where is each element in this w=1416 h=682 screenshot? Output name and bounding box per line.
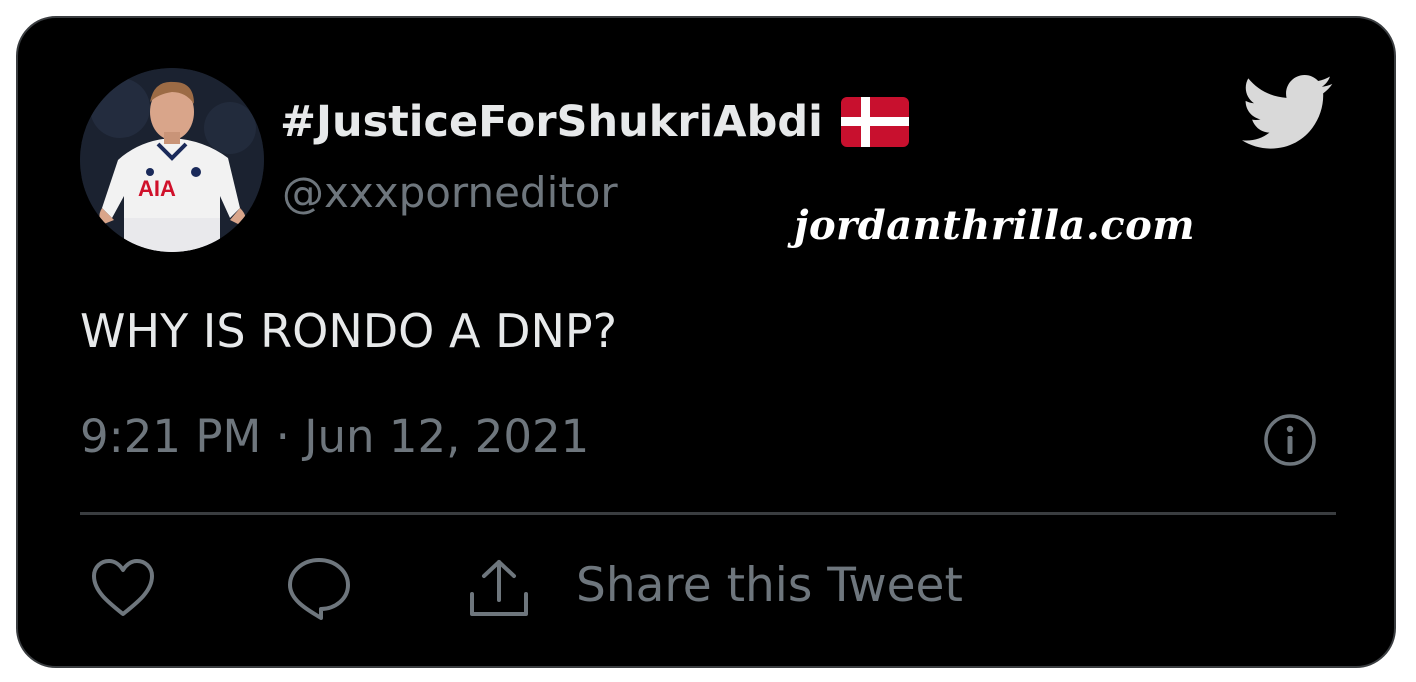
tweet-text: WHY IS RONDO A DNP? xyxy=(80,304,618,358)
avatar[interactable]: AIA xyxy=(80,68,264,252)
divider xyxy=(80,512,1336,515)
watermark: jordanthrilla.com xyxy=(794,202,1196,249)
comment-icon[interactable] xyxy=(284,554,354,624)
display-name-text: #JusticeForShukriAbdi xyxy=(280,97,823,147)
twitter-bird-icon[interactable] xyxy=(1242,74,1334,152)
svg-text:AIA: AIA xyxy=(138,176,176,201)
denmark-flag-icon xyxy=(840,97,909,147)
tweet-actions: Share this Tweet xyxy=(18,554,1394,644)
share-icon[interactable] xyxy=(464,554,534,624)
tweet-timestamp[interactable]: 9:21 PM · Jun 12, 2021 xyxy=(80,410,589,463)
avatar-photo: AIA xyxy=(80,68,264,252)
user-handle[interactable]: @xxxporneditor xyxy=(282,168,618,217)
heart-icon[interactable] xyxy=(88,554,158,624)
display-name[interactable]: #JusticeForShukriAbdi xyxy=(280,94,909,150)
share-tweet-label[interactable]: Share this Tweet xyxy=(576,558,963,613)
tweet-card: AIA #JusticeForShukriAbdi @xxxporneditor… xyxy=(16,16,1396,668)
info-icon[interactable] xyxy=(1262,412,1318,468)
